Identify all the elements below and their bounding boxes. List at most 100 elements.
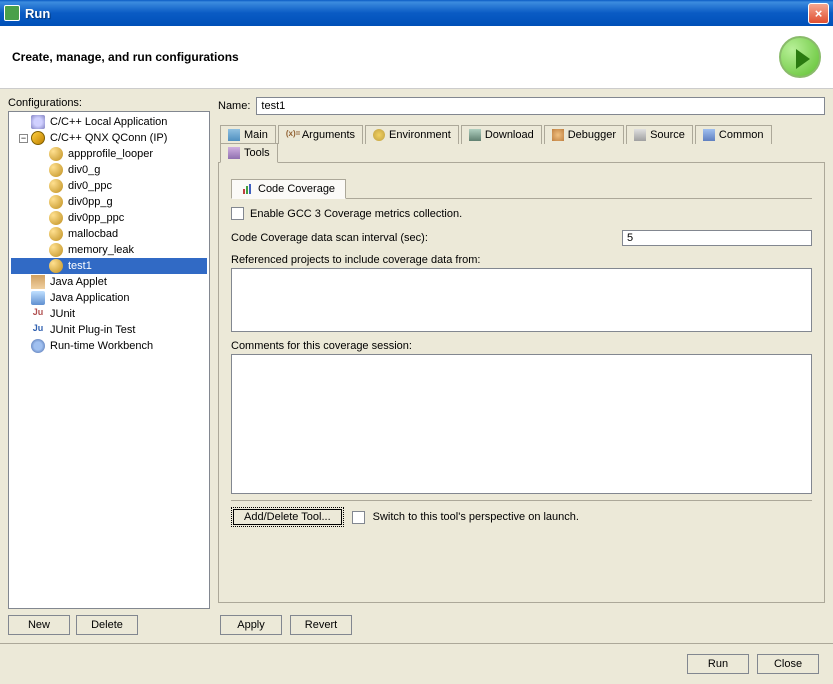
config-tabs: Main (x)=Arguments Environment DownloadDebu…	[218, 125, 825, 163]
tree-item[interactable]: Run-time Workbench	[11, 338, 207, 354]
tab-debugger[interactable]: Debugger	[544, 125, 624, 144]
tools-icon	[228, 147, 240, 159]
header-subtitle: Create, manage, and run configurations	[12, 50, 779, 64]
tree-item-label: div0pp_g	[66, 196, 115, 208]
collapse-icon[interactable]: −	[19, 134, 28, 143]
debugger-icon	[552, 129, 564, 141]
tool-bottom-row: Add/Delete Tool... Switch to this tool's…	[231, 500, 812, 527]
bottom-buttons-row: Apply Revert	[218, 609, 825, 635]
enable-gcc3-row: Enable GCC 3 Coverage metrics collection…	[231, 207, 812, 220]
configurations-label: Configurations:	[8, 97, 210, 109]
run-button[interactable]: Run	[687, 654, 749, 674]
tree-item[interactable]: JuJUnit	[11, 306, 207, 322]
config-type-icon	[49, 147, 63, 161]
tree-item-label: test1	[66, 260, 94, 272]
tree-item[interactable]: − C/C++ QNX QConn (IP)	[11, 130, 207, 146]
apply-button[interactable]: Apply	[220, 615, 282, 635]
download-icon	[469, 129, 481, 141]
switch-perspective-label: Switch to this tool's perspective on lau…	[373, 511, 579, 523]
name-label: Name:	[218, 100, 250, 112]
config-type-icon	[49, 179, 63, 193]
config-type-icon	[49, 227, 63, 241]
tree-item[interactable]: div0_g	[11, 162, 207, 178]
left-bottom-buttons: New Delete	[8, 615, 210, 635]
tab-label: Environment	[389, 129, 451, 141]
right-panel: Name: Main (x)=Arguments Environment Downlo…	[218, 97, 825, 635]
tree-item[interactable]: Java Applet	[11, 274, 207, 290]
tree-item-label: Run-time Workbench	[48, 340, 155, 352]
new-button[interactable]: New	[8, 615, 70, 635]
tree-item-label: C/C++ QNX QConn (IP)	[48, 132, 169, 144]
add-delete-tool-button[interactable]: Add/Delete Tool...	[231, 507, 344, 527]
config-type-icon	[49, 243, 63, 257]
config-type-icon	[31, 131, 45, 145]
subtab-label: Code Coverage	[258, 183, 335, 195]
tab-tools[interactable]: Tools	[220, 143, 278, 163]
interval-input[interactable]	[622, 230, 812, 246]
tree-item-label: Java Application	[48, 292, 132, 304]
titlebar: Run ×	[0, 0, 833, 26]
enable-gcc3-checkbox[interactable]	[231, 207, 244, 220]
footer: Run Close	[0, 643, 833, 684]
subtab-code-coverage[interactable]: Code Coverage	[231, 179, 346, 199]
enable-gcc3-label: Enable GCC 3 Coverage metrics collection…	[250, 208, 462, 220]
tree-item-label: div0_ppc	[66, 180, 114, 192]
tree-item[interactable]: test1	[11, 258, 207, 274]
revert-button[interactable]: Revert	[290, 615, 352, 635]
tree-item[interactable]: div0_ppc	[11, 178, 207, 194]
config-type-icon	[31, 275, 45, 289]
tree-item[interactable]: mallocbad	[11, 226, 207, 242]
switch-perspective-checkbox[interactable]	[352, 511, 365, 524]
tree-item-label: memory_leak	[66, 244, 136, 256]
refs-textarea[interactable]	[231, 268, 812, 332]
bar-chart-icon	[242, 183, 254, 195]
refs-label: Referenced projects to include coverage …	[231, 254, 812, 266]
tab-label: Source	[650, 129, 685, 141]
comments-textarea[interactable]	[231, 354, 812, 494]
tab-download[interactable]: Download	[461, 125, 542, 144]
source-icon	[634, 129, 646, 141]
config-type-icon: Ju	[31, 307, 45, 321]
tab-source[interactable]: Source	[626, 125, 693, 144]
tab-label: Tools	[244, 147, 270, 159]
tree-item[interactable]: appprofile_looper	[11, 146, 207, 162]
config-type-icon	[49, 163, 63, 177]
config-type-icon	[31, 339, 45, 353]
config-type-icon	[49, 211, 63, 225]
run-play-icon	[779, 36, 821, 78]
delete-button[interactable]: Delete	[76, 615, 138, 635]
comments-label: Comments for this coverage session:	[231, 340, 812, 352]
name-row: Name:	[218, 97, 825, 115]
tree-item[interactable]: C/C++ Local Application	[11, 114, 207, 130]
tree-item[interactable]: JuJUnit Plug-in Test	[11, 322, 207, 338]
environment-icon	[373, 129, 385, 141]
app-icon	[4, 5, 20, 21]
interval-row: Code Coverage data scan interval (sec):	[231, 230, 812, 246]
tree-item[interactable]: div0pp_g	[11, 194, 207, 210]
tab-label: Main	[244, 129, 268, 141]
tree-item-label: C/C++ Local Application	[48, 116, 169, 128]
tree-item[interactable]: div0pp_ppc	[11, 210, 207, 226]
close-button[interactable]: Close	[757, 654, 819, 674]
tab-label: Common	[719, 129, 764, 141]
config-type-icon	[31, 291, 45, 305]
close-icon[interactable]: ×	[808, 3, 829, 24]
tree-item-label: appprofile_looper	[66, 148, 155, 160]
tab-common[interactable]: Common	[695, 125, 772, 144]
right-bottom-buttons: Apply Revert	[220, 615, 352, 635]
left-panel: Configurations: C/C++ Local Application −…	[8, 97, 210, 635]
tab-environment[interactable]: Environment	[365, 125, 459, 144]
tree-item-label: Java Applet	[48, 276, 109, 288]
tab-content-tools: Code Coverage Enable GCC 3 Coverage metr…	[218, 163, 825, 603]
tree-item-label: mallocbad	[66, 228, 120, 240]
tree-item[interactable]: Java Application	[11, 290, 207, 306]
tree-item-label: div0pp_ppc	[66, 212, 126, 224]
name-input[interactable]	[256, 97, 825, 115]
tab-main[interactable]: Main	[220, 125, 276, 144]
tree-item[interactable]: memory_leak	[11, 242, 207, 258]
configurations-tree[interactable]: C/C++ Local Application − C/C++ QNX QConn …	[8, 111, 210, 609]
config-type-icon	[49, 259, 63, 273]
tree-item-label: JUnit Plug-in Test	[48, 324, 137, 336]
main-icon	[228, 129, 240, 141]
tab-arguments[interactable]: (x)=Arguments	[278, 125, 363, 144]
